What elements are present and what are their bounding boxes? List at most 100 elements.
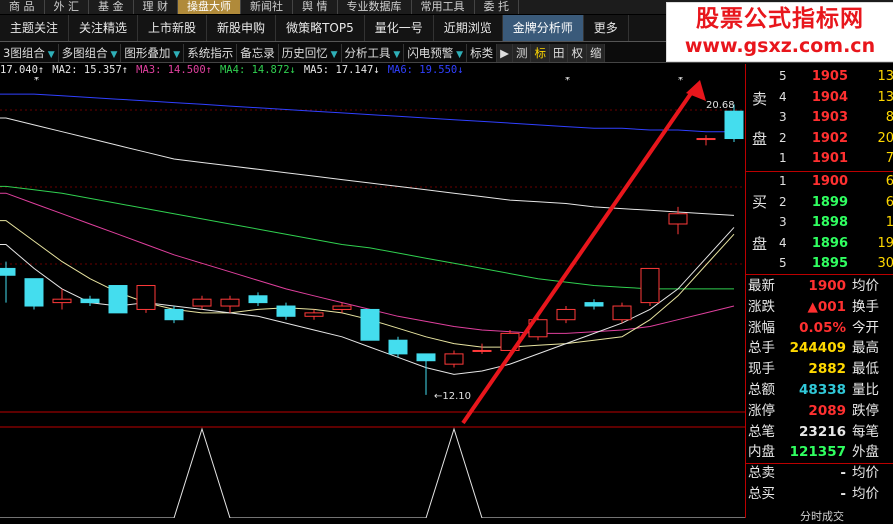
tab-3[interactable]: 新股申购 [207,15,277,41]
level-price: 1900 [811,174,848,189]
candle[interactable] [444,350,464,368]
tab-7[interactable]: 金牌分析师 [502,15,584,41]
tab-1[interactable]: 关注精选 [69,15,139,41]
stat-right-label: 均价 [852,486,879,502]
sell-level-row[interactable]: 2 1902 20 [746,129,893,148]
candle[interactable] [668,206,688,235]
sell-level-row[interactable]: 1 1901 7 [746,149,893,168]
stat-value: 244409 [789,340,846,357]
candle[interactable] [220,295,240,313]
menu-item-6[interactable]: 舆 情 [293,0,338,14]
toolbar-item-label: 图形叠加 [124,46,171,60]
tab-6[interactable]: 近期浏览 [434,15,503,41]
toolbar-button-3[interactable]: 田 [549,44,569,62]
candle[interactable] [528,316,548,341]
toolbar-item-0[interactable]: 3图组合 ▼ [0,44,59,62]
tab-0[interactable]: 主题关注 [0,15,70,41]
candle[interactable] [24,278,44,310]
dropdown-triangle-icon: ▼ [170,50,181,60]
toolbar-item-label: 系统指示 [187,46,234,60]
stat-label: 总手 [748,340,775,357]
toolbar-item-2[interactable]: 图形叠加 ▼ [121,44,185,62]
candle[interactable] [276,302,296,320]
buy-level-row[interactable]: 1 1900 6 [746,172,893,191]
stat-row: 总买 - 均价 [746,484,893,504]
menu-item-3[interactable]: 理 财 [134,0,178,14]
sell-level-row[interactable]: 4 1904 13 [746,88,893,107]
buy-level-row[interactable]: 2 1899 6 [746,193,893,212]
buy-section-label: 盘 [752,235,768,253]
sell-level-row[interactable]: 3 1903 8 [746,108,893,127]
candle[interactable] [0,261,16,303]
candle[interactable] [164,306,184,324]
buy-level-row[interactable]: 4 1896 19 [746,234,893,253]
toolbar-item-label: 历史回忆 [281,46,328,60]
candle[interactable] [192,295,212,310]
menu-item-2[interactable]: 基 金 [89,0,134,14]
trend-arrow-line [461,87,696,425]
menu-item-5[interactable]: 新闻社 [241,0,293,14]
toolbar-item-label: 分析工具 [344,46,391,60]
candle[interactable] [696,135,716,146]
ma-line-1 [0,185,734,290]
candle-body [696,138,716,141]
toolbar-item-5[interactable]: 历史回忆 ▼ [279,44,342,62]
menu-item-0[interactable]: 商 品 [0,0,45,14]
stat-row: 总卖 - 均价 [746,463,893,483]
candle[interactable] [416,353,436,395]
toolbar-button-4[interactable]: 权 [568,44,587,62]
toolbar-item-3[interactable]: 系统指示 [184,44,238,62]
candle-body [416,353,436,362]
candle[interactable] [108,285,128,314]
kline-chart[interactable]: 20.68 ←12.10 * * * [0,77,745,518]
menu-item-8[interactable]: 常用工具 [412,0,475,14]
watermark-logo: 股票公式指标网 www.gsxz.com.cn [666,2,893,62]
menu-item-7[interactable]: 专业数据库 [338,0,412,14]
menu-item-4[interactable]: 操盘大师 [178,0,241,14]
toolbar-button-1[interactable]: 测 [512,44,532,62]
buy-level-row[interactable]: 3 1898 1 [746,213,893,232]
tab-2[interactable]: 上市新股 [138,15,208,41]
candle[interactable] [612,302,632,324]
toolbar-item-7[interactable]: 闪电预警 ▼ [404,44,468,62]
candle[interactable] [388,336,408,358]
toolbar-item-6[interactable]: 分析工具 ▼ [342,44,405,62]
stat-value: - [840,486,846,502]
level-volume: 13 [877,89,893,105]
candle-body [248,295,268,304]
stat-value: 2882 [808,361,846,378]
ma-legend: 17.040↑ MA2: 15.357↑ MA3: 14.500↑ MA4: 14.8… [0,64,472,77]
candle-body [388,339,408,355]
candle[interactable] [248,292,268,307]
candle[interactable] [360,308,380,341]
menu-item-9[interactable]: 委 托 [475,0,519,14]
candle[interactable] [136,285,156,313]
stat-label: 涨跌 [748,298,775,315]
menu-item-1[interactable]: 外 汇 [45,0,89,14]
candle-body [640,267,660,304]
toolbar-button-2[interactable]: 标 [531,44,550,62]
toolbar-item-4[interactable]: 备忘录 [237,44,279,62]
candle[interactable] [584,299,604,310]
candle[interactable] [640,267,660,307]
sell-level-row[interactable]: 5 1905 13 [746,67,893,86]
buy-level-row[interactable]: 5 1895 30 [746,254,893,273]
stat-row: 总手 244409 最高 [746,338,893,358]
star-marker-icon: * [34,77,39,86]
stat-value: ▲001 [807,298,846,315]
candle[interactable] [472,343,492,354]
tab-time-sales[interactable]: 分时成交 [800,508,844,524]
level-index: 2 [779,130,787,145]
candle[interactable] [556,306,576,324]
level-index: 5 [779,69,787,83]
tab-5[interactable]: 量化一号 [365,15,434,41]
candle[interactable] [80,295,100,307]
toolbar-item-8[interactable]: 标类 [467,44,498,62]
toolbar-item-1[interactable]: 多图组合 ▼ [59,44,122,62]
tab-8[interactable]: 更多 [584,15,629,41]
toolbar-button-0[interactable]: ▶ [497,44,513,62]
tab-4[interactable]: 微策略TOP5 [276,15,365,41]
candle[interactable] [304,309,324,320]
stat-value: 23216 [799,423,846,440]
toolbar-button-5[interactable]: 缩 [586,44,606,62]
